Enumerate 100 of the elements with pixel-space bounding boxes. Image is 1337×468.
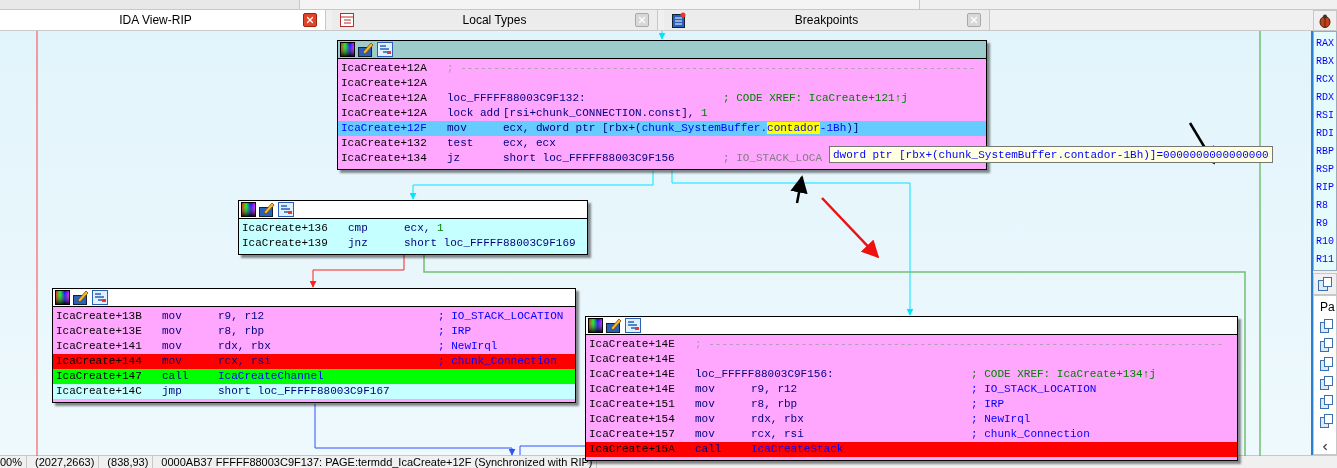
tab[interactable]: Breakpoints	[664, 10, 990, 30]
address-label: IcaCreate+12F	[341, 121, 428, 136]
table-icon	[340, 13, 354, 27]
register-name[interactable]: RBP	[1316, 143, 1336, 161]
pencil-icon[interactable]	[259, 202, 275, 217]
palette-icon[interactable]	[241, 202, 256, 217]
instruction-mnemonic: call	[695, 442, 723, 457]
instruction-operands: short loc_FFFFF88003C9F156	[503, 151, 676, 166]
status-text: (838,93)	[107, 456, 154, 468]
instruction-mnemonic: test	[447, 136, 475, 151]
separator-comment: ; ------------------------------------------------------------------------------	[447, 61, 976, 76]
tab[interactable]: IDA View-RIP	[0, 10, 326, 30]
pencil-icon[interactable]	[358, 42, 374, 57]
register-name[interactable]: R11	[1316, 251, 1336, 269]
instruction-operands: IcaCreateChannel	[218, 369, 325, 384]
address-label: IcaCreate+151	[589, 397, 676, 412]
instruction-mnemonic: mov	[162, 339, 183, 354]
bug-icon[interactable]	[1318, 13, 1332, 28]
code-comment: ; NewIrql	[971, 412, 1031, 427]
pencil-icon[interactable]	[73, 290, 89, 305]
instruction-operands: rcx, rsi	[218, 354, 272, 369]
instruction-operands: r9, r12	[218, 309, 266, 324]
register-name[interactable]: RIP	[1316, 179, 1336, 197]
code-comment: ; chunk_Connection	[438, 354, 557, 369]
instruction-mnemonic: mov	[162, 324, 183, 339]
address-label: IcaCreate+154	[589, 412, 676, 427]
address-label: IcaCreate+13E	[56, 324, 143, 339]
annotation-arrow	[821, 197, 880, 259]
instruction-mnemonic: lock add	[447, 106, 501, 121]
annotation-arrow	[790, 175, 808, 204]
graph-node[interactable]	[52, 288, 576, 403]
register-name[interactable]: RDI	[1316, 125, 1336, 143]
document-icon[interactable]	[1318, 277, 1332, 291]
instruction-mnemonic: jnz	[348, 236, 369, 251]
code-comment: ; IRP	[438, 324, 471, 339]
code-comment: ; NewIrql	[438, 339, 498, 354]
register-name[interactable]: RSP	[1316, 161, 1336, 179]
document-icon[interactable]	[1320, 338, 1333, 352]
tab[interactable]: Local Types	[332, 10, 658, 30]
instruction-mnemonic: cmp	[348, 221, 369, 236]
palette-icon[interactable]	[340, 42, 355, 57]
register-name[interactable]: R9	[1316, 215, 1336, 233]
palette-icon[interactable]	[588, 318, 603, 333]
address-label: IcaCreate+134	[341, 151, 428, 166]
instruction-operands: rdx, rbx	[751, 412, 805, 427]
register-name[interactable]: R8	[1316, 197, 1336, 215]
close-button[interactable]	[303, 13, 317, 27]
instruction-mnemonic: mov	[162, 309, 183, 324]
register-name[interactable]: RDX	[1316, 89, 1336, 107]
address-label: IcaCreate+157	[589, 427, 676, 442]
graph-icon[interactable]	[278, 202, 294, 217]
code-comment: ; IO_STACK_LOCATION	[438, 309, 564, 324]
address-label: IcaCreate+12A	[341, 76, 428, 91]
address-label: IcaCreate+14E	[589, 352, 676, 367]
code-comment: ; chunk_Connection	[971, 427, 1090, 442]
document-icon	[672, 12, 686, 28]
code-comment: ; IRP	[971, 397, 1004, 412]
column-header: Pa	[1320, 300, 1336, 314]
status-text: (2027,2663)	[35, 456, 100, 468]
instruction-operands: short loc_FFFFF88003C9F167	[218, 384, 391, 399]
scroll-left-icon[interactable]	[1320, 442, 1330, 452]
code-comment: ; IO_STACK_LOCATION	[971, 382, 1097, 397]
instruction-mnemonic: mov	[162, 354, 183, 369]
graph-icon[interactable]	[92, 290, 108, 305]
address-label: IcaCreate+139	[242, 236, 329, 251]
instruction-operands: ecx, 1	[404, 221, 445, 236]
graph-icon[interactable]	[377, 42, 393, 57]
instruction-operands: ecx, ecx	[503, 136, 557, 151]
register-name[interactable]: RAX	[1316, 35, 1336, 53]
instruction-operands: r8, rbp	[751, 397, 799, 412]
graph-edge	[658, 31, 666, 40]
document-icon[interactable]	[1320, 376, 1333, 390]
register-name[interactable]: R10	[1316, 233, 1336, 251]
graph-icon[interactable]	[625, 318, 641, 333]
document-icon[interactable]	[1320, 395, 1333, 409]
address-label: IcaCreate+14E	[589, 337, 676, 352]
palette-icon[interactable]	[55, 290, 70, 305]
close-icon	[305, 15, 315, 25]
address-label: IcaCreate+12A	[341, 106, 428, 121]
document-icon[interactable]	[1320, 319, 1333, 333]
separator-comment: ; ------------------------------------------------------------------------------	[695, 337, 1224, 352]
register-name[interactable]: RSI	[1316, 107, 1336, 125]
register-name[interactable]: RCX	[1316, 71, 1336, 89]
instruction-mnemonic: mov	[695, 412, 716, 427]
instruction-operands: r8, rbp	[218, 324, 266, 339]
address-label: IcaCreate+14E	[589, 367, 676, 382]
address-label: IcaCreate+136	[242, 221, 329, 236]
document-icon[interactable]	[1320, 414, 1333, 428]
address-label: IcaCreate+14E	[589, 382, 676, 397]
code-comment: ; CODE XREF: IcaCreate+134↑j	[971, 367, 1156, 382]
register-name[interactable]: RBX	[1316, 53, 1336, 71]
instruction-mnemonic: mov	[695, 382, 716, 397]
instruction-operands: rdx, rbx	[218, 339, 272, 354]
document-icon[interactable]	[1320, 357, 1333, 371]
graph-node[interactable]: IcaCreate+136 cmp ecx, 1 IcaCreate+139 jnz short loc_FFFFF88003C9F169	[238, 200, 588, 255]
address-label: IcaCreate+144	[56, 354, 143, 369]
status-text: 00%	[0, 456, 28, 468]
instruction-mnemonic: mov	[695, 397, 716, 412]
pencil-icon[interactable]	[606, 318, 622, 333]
instruction-operands: short loc_FFFFF88003C9F169	[404, 236, 577, 251]
